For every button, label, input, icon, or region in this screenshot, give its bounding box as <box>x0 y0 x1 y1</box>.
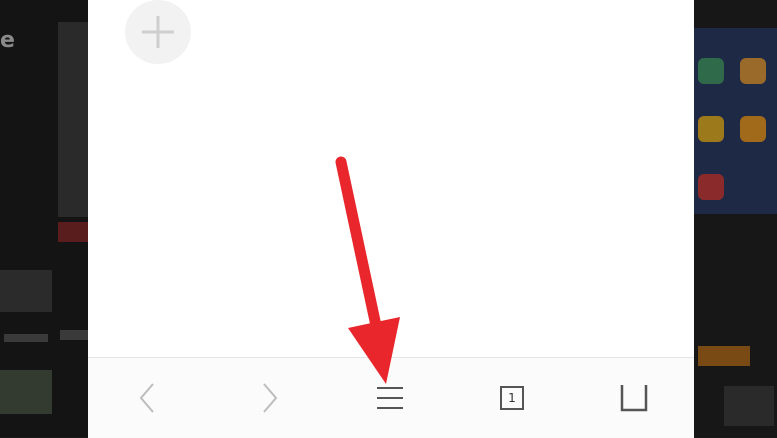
menu-button[interactable] <box>366 358 414 438</box>
chevron-left-icon <box>139 383 154 413</box>
background-block <box>4 334 48 342</box>
tab-count-badge: 1 <box>500 386 524 410</box>
tabs-button[interactable]: 1 <box>488 358 536 438</box>
background-block <box>698 174 724 200</box>
plus-icon <box>142 16 174 48</box>
background-block <box>724 386 774 426</box>
background-left-panel: e <box>0 0 88 437</box>
forward-button[interactable] <box>246 358 294 438</box>
back-button[interactable] <box>123 358 171 438</box>
background-right-panel <box>694 0 777 437</box>
background-block <box>698 58 724 84</box>
home-button[interactable] <box>608 358 660 438</box>
background-block <box>58 222 88 242</box>
background-block <box>58 22 88 217</box>
background-block <box>0 270 52 312</box>
bottom-toolbar: 1 <box>88 357 694 438</box>
background-block <box>740 58 766 84</box>
background-block <box>740 116 766 142</box>
chevron-right-icon <box>263 383 278 413</box>
add-shortcut-button[interactable] <box>125 0 191 64</box>
hamburger-menu-icon <box>377 387 403 409</box>
background-block <box>60 330 88 340</box>
background-block <box>0 370 52 414</box>
browser-screen: 1 <box>88 0 694 438</box>
home-icon <box>620 385 648 412</box>
background-block <box>698 346 750 366</box>
background-letter: e <box>0 28 15 53</box>
background-block <box>698 116 724 142</box>
